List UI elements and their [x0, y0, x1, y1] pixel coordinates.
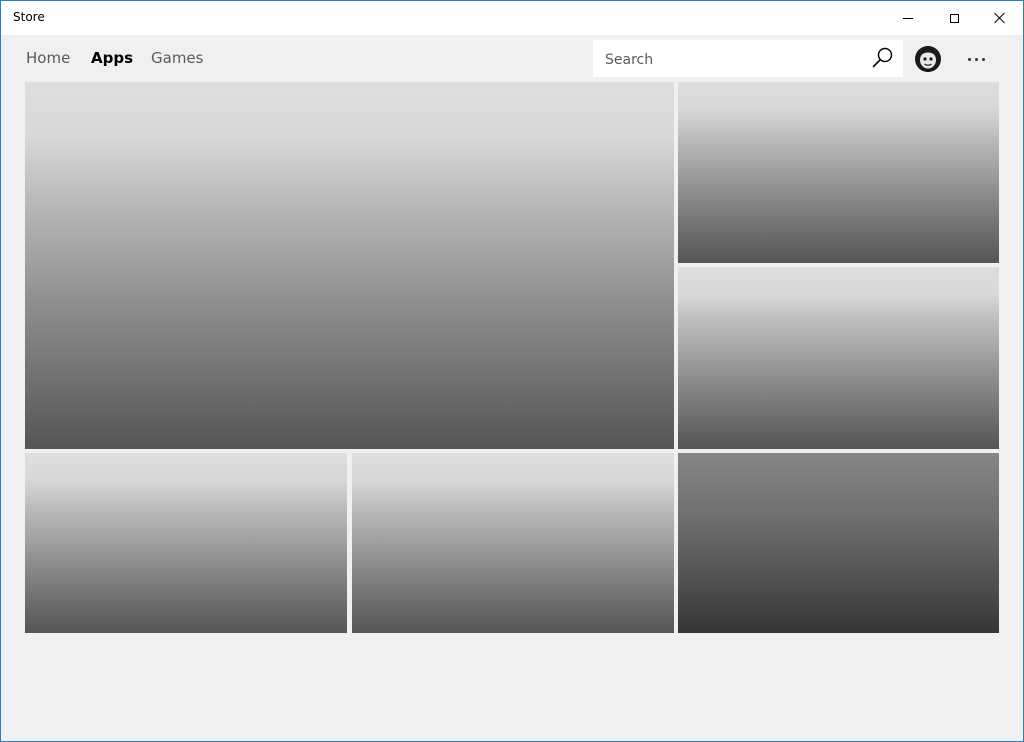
store-window: Store Home Apps Games [0, 0, 1024, 742]
search-icon [872, 47, 893, 68]
close-button[interactable] [977, 1, 1023, 35]
navigation-bar: Home Apps Games [1, 35, 1023, 82]
tile-bottom-right[interactable] [678, 453, 999, 633]
search-button[interactable] [867, 44, 897, 74]
tile-bottom-middle[interactable] [352, 453, 674, 633]
more-icon [967, 57, 971, 61]
maximize-icon [949, 13, 959, 23]
more-button[interactable] [957, 45, 995, 73]
maximize-button[interactable] [931, 1, 977, 35]
tile-right-middle[interactable] [678, 267, 999, 449]
more-icon [974, 57, 978, 61]
avatar-image [915, 46, 941, 72]
more-icon [981, 57, 985, 61]
app-title: Store [13, 10, 45, 24]
close-icon [994, 12, 1006, 24]
avatar[interactable] [915, 46, 941, 72]
minimize-icon [903, 17, 913, 19]
tab-games[interactable]: Games [151, 49, 203, 67]
minimize-button[interactable] [885, 1, 931, 35]
search-input[interactable] [603, 40, 857, 79]
tab-home[interactable]: Home [26, 49, 70, 67]
title-bar[interactable]: Store [1, 1, 1023, 35]
tile-bottom-left[interactable] [25, 453, 347, 633]
tile-right-top[interactable] [678, 82, 999, 263]
tab-apps[interactable]: Apps [91, 49, 133, 67]
hero-tile[interactable] [25, 82, 674, 449]
search-box [592, 39, 904, 79]
